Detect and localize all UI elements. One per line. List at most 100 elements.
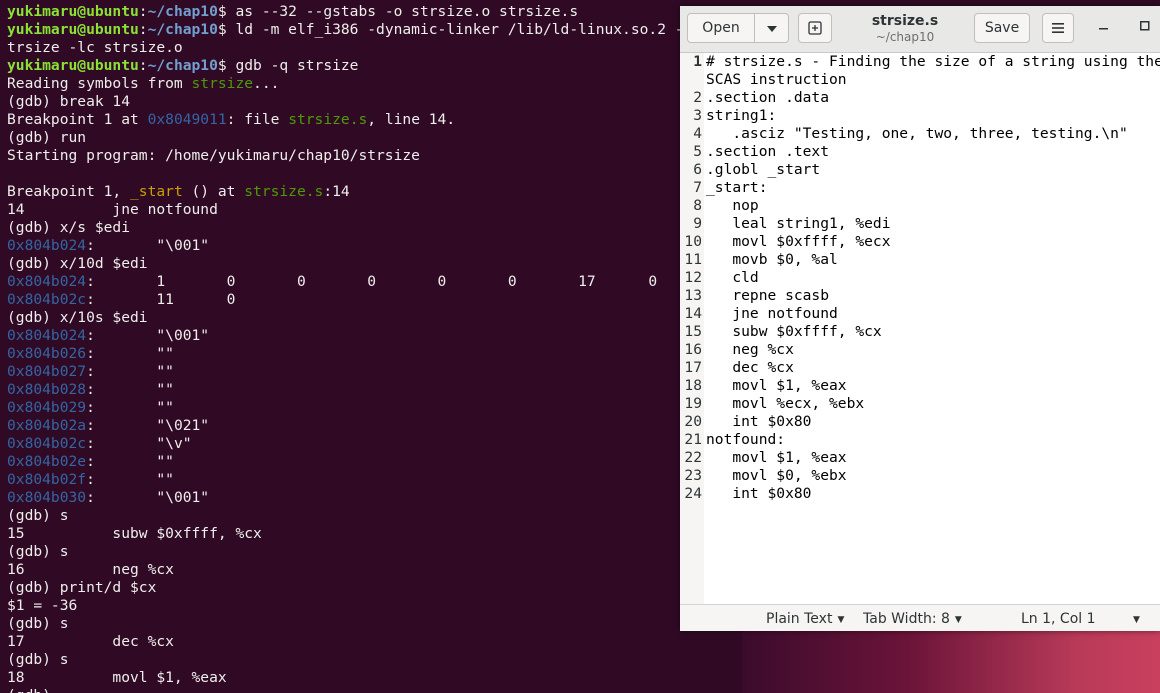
terminal-window[interactable]: yukimaru@ubuntu:~/chap10$ as --32 --gsta… [0,0,742,693]
terminal-text-segment: : [138,3,148,20]
terminal-text-segment: : "" [86,363,174,380]
terminal-text-segment: (gdb) print/d $cx [7,579,157,596]
terminal-text-segment: (gdb) break 14 [7,93,131,110]
terminal-text-segment: : "" [86,453,174,470]
terminal-text-segment: 0x804b024 [7,237,87,254]
terminal-line: (gdb) run [7,129,86,147]
terminal-text-segment: ~/chap10 [147,57,218,74]
line-number: 4 [693,125,702,142]
terminal-line: 18 movl $1, %eax [7,669,227,687]
open-dropdown-button[interactable] [755,13,789,43]
open-button[interactable]: Open [687,13,755,43]
terminal-text-segment: : "" [86,345,174,362]
line-number: 22 [684,449,702,466]
terminal-line: $1 = -36 [7,597,77,615]
window-title: strsize.s [871,13,939,29]
terminal-text-segment: : 1 0 0 0 0 0 17 0 [86,273,658,290]
terminal-line: (gdb) [7,687,60,693]
line-number: 11 [684,251,702,268]
terminal-line: (gdb) s [7,615,69,633]
code-text: _start: [706,179,768,196]
terminal-text-segment: trsize -lc strsize.o [7,39,183,56]
code-editor[interactable]: 1 # strsize.s - Finding the size of a str… [680,53,1160,605]
terminal-text-segment: 0x804b027 [7,363,87,380]
line-number: 6 [693,161,702,178]
terminal-text-segment: : file [226,111,289,128]
terminal-text-segment: 0x804b02e [7,453,87,470]
terminal-text-segment: : "" [86,471,174,488]
code-text: nop [706,197,759,214]
terminal-text-segment: : [138,57,148,74]
terminal-text-segment: Breakpoint 1, [7,183,131,200]
terminal-text-segment: (gdb) x/s $edi [7,219,131,236]
code-text: movl $0xffff, %ecx [706,233,891,250]
code-text: .section .data [706,89,830,106]
terminal-text-segment: : "" [86,399,174,416]
code-text: movl $1, %eax [706,449,847,466]
terminal-line: 0x804b02c: 11 0 [7,291,235,309]
code-text: int $0x80 [706,485,812,502]
terminal-line: trsize -lc strsize.o [7,39,183,57]
code-text: subw $0xffff, %cx [706,323,882,340]
terminal-text-segment: strsize.s [288,111,368,128]
cursor-position-selector[interactable]: Ln 1, Col 1 [1021,610,1096,628]
terminal-text-segment: : "\021" [86,417,210,434]
code-text: jne notfound [706,305,838,322]
new-tab-button[interactable] [798,13,832,43]
terminal-text-segment: 0x804b024 [7,273,87,290]
terminal-text-segment: 0x804b02c [7,435,87,452]
terminal-text-segment: 0x804b02f [7,471,87,488]
code-text: notfound: [706,431,786,448]
chevron-down-icon [766,26,777,32]
window-title-block: strsize.s ~/chap10 [850,12,960,45]
language-selector[interactable]: Plain Text ▼ [766,610,844,630]
terminal-line: Breakpoint 1, _start () at strsize.s:14 [7,183,350,201]
line-number: 20 [684,413,702,430]
terminal-text-segment: (gdb) run [7,129,87,146]
terminal-text-segment: ~/chap10 [147,21,218,38]
line-number: 9 [693,215,702,232]
terminal-line: Starting program: /home/yukimaru/chap10/… [7,147,420,165]
line-number: 2 [693,89,702,106]
code-text: movl $1, %eax [706,377,847,394]
save-button[interactable]: Save [974,13,1030,43]
terminal-text-segment: $ as --32 --gstabs -o strsize.o strsize.… [217,3,579,20]
terminal-text-segment: : "\001" [86,489,210,506]
line-number: 16 [684,341,702,358]
terminal-text-segment: : 11 0 [86,291,236,308]
terminal-line: 0x804b02a: "\021" [7,417,209,435]
terminal-text-segment: (gdb) s [7,507,69,524]
minimize-button[interactable] [1099,19,1109,34]
window-subtitle: ~/chap10 [875,30,935,44]
terminal-line: 0x804b028: "" [7,381,174,399]
terminal-text-segment: : "" [86,381,174,398]
tab-width-selector[interactable]: Tab Width: 8 ▼ [863,610,962,630]
terminal-line: 16 neg %cx [7,561,174,579]
terminal-line: (gdb) break 14 [7,93,130,111]
code-text: movl $0, %ebx [706,467,847,484]
hamburger-menu-icon [1052,23,1064,33]
terminal-line: (gdb) x/10s $edi [7,309,148,327]
main-menu-button[interactable] [1042,13,1074,43]
tab-width-label: Tab Width: 8 [863,611,950,627]
code-text: dec %cx [706,359,794,376]
desktop-background [740,630,1160,693]
terminal-text-segment: (gdb) s [7,615,69,632]
code-text: neg %cx [706,341,794,358]
terminal-line: 0x804b02f: "" [7,471,174,489]
terminal-line: yukimaru@ubuntu:~/chap10$ as --32 --gsta… [7,3,578,21]
maximize-button[interactable] [1140,20,1150,35]
terminal-text-segment: (gdb) s [7,543,69,560]
terminal-text-segment: : [138,21,148,38]
statusbar-menu-button[interactable]: ▼ [1128,610,1140,630]
line-number: 8 [693,197,702,214]
terminal-line: yukimaru@ubuntu:~/chap10$ gdb -q strsize [7,57,358,75]
code-text: SCAS instruction [706,71,847,88]
terminal-line: 17 dec %cx [7,633,174,651]
terminal-text-segment: strsize [191,75,254,92]
terminal-text-segment: 0x804b026 [7,345,87,362]
chevron-down-icon: ▼ [837,615,845,625]
terminal-line: Reading symbols from strsize... [7,75,279,93]
code-text: movb $0, %al [706,251,838,268]
terminal-line: (gdb) s [7,651,69,669]
